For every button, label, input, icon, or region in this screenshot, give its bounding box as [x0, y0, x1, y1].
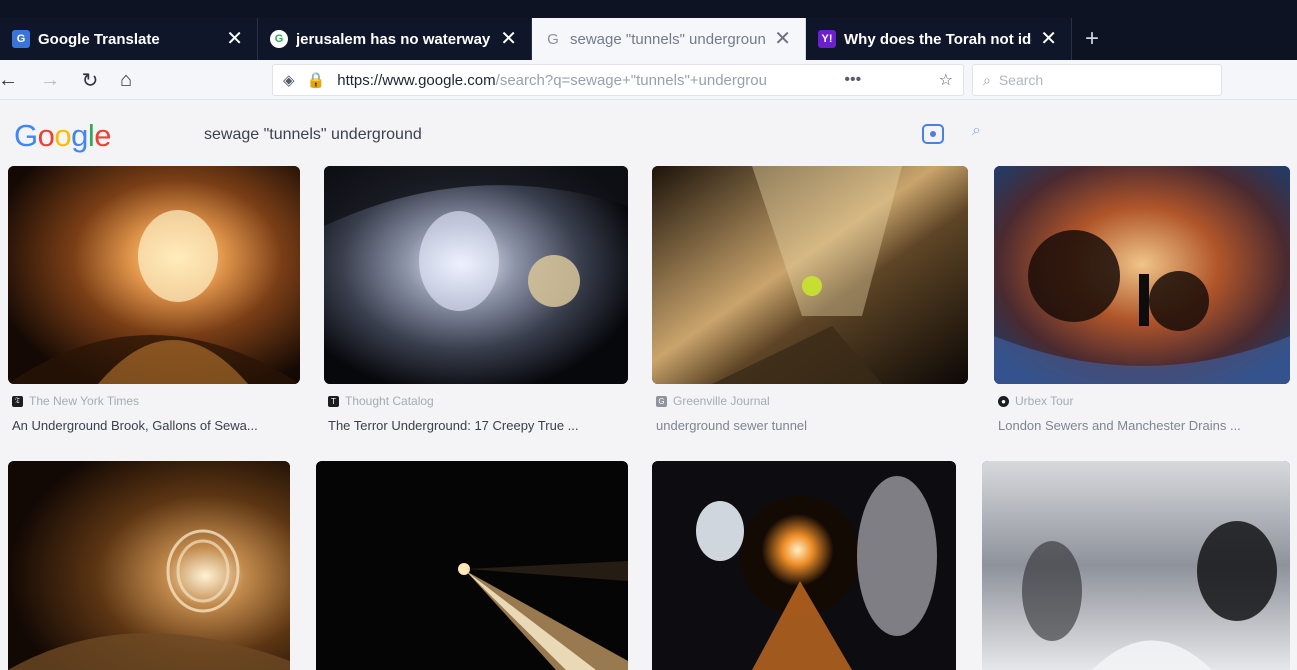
result-source[interactable]: ● Urbex Tour — [998, 394, 1073, 408]
tab-google-translate[interactable]: G Google Translate ✕ — [0, 18, 258, 60]
translate-icon: G — [12, 30, 30, 48]
back-arrow-icon[interactable]: ← — [0, 66, 22, 94]
yahoo-icon: Y! — [818, 30, 836, 48]
tab-strip: G Google Translate ✕ G jerusalem has no … — [0, 18, 1297, 60]
logo-letter: G — [14, 118, 38, 153]
image-result[interactable] — [316, 461, 628, 670]
camera-search-icon[interactable] — [922, 124, 944, 144]
tunnel-photo — [652, 166, 968, 384]
result-title[interactable]: London Sewers and Manchester Drains ... — [998, 418, 1288, 433]
image-result[interactable] — [652, 461, 956, 670]
tab-title: jerusalem has no waterway - Gc — [296, 30, 492, 48]
source-favicon-icon: ● — [998, 395, 1009, 407]
source-favicon-icon: 𝔗 — [12, 395, 23, 407]
reload-icon[interactable]: ↻ — [76, 66, 104, 94]
tab-sewage-search[interactable]: G sewage "tunnels" undergroun ✕ — [532, 18, 806, 60]
lock-icon[interactable]: 🔒 — [307, 71, 326, 89]
tab-title: sewage "tunnels" undergroun — [570, 30, 766, 48]
logo-letter: o — [37, 118, 55, 153]
tunnel-photo — [324, 166, 628, 384]
result-thumbnail[interactable] — [994, 166, 1290, 384]
tab-title: Google Translate — [38, 30, 160, 48]
tunnel-photo — [994, 166, 1290, 384]
google-icon: G — [547, 30, 559, 48]
result-thumbnail[interactable] — [8, 461, 290, 670]
google-icon: G — [270, 30, 288, 48]
google-search-header: Google sewage "tunnels" underground ⌕ — [0, 100, 1297, 166]
google-search-query[interactable]: sewage "tunnels" underground — [204, 126, 422, 144]
logo-letter: e — [94, 118, 112, 153]
image-result[interactable] — [982, 461, 1290, 670]
search-icon: ⌕ — [983, 71, 991, 88]
image-result[interactable]: 𝔗 The New York Times An Underground Broo… — [8, 166, 300, 440]
tunnel-photo — [8, 461, 290, 670]
source-name: Urbex Tour — [1015, 394, 1074, 408]
shield-icon[interactable]: ◈ — [283, 71, 295, 89]
result-source[interactable]: 𝔗 The New York Times — [12, 394, 139, 408]
result-title[interactable]: The Terror Underground: 17 Creepy True .… — [328, 418, 626, 433]
result-thumbnail[interactable] — [8, 166, 300, 384]
home-icon[interactable]: ⌂ — [112, 66, 140, 94]
result-source[interactable]: G Greenville Journal — [656, 394, 770, 408]
url-path: /search?q=sewage+"tunnels"+undergrou — [495, 71, 767, 89]
browser-search-input[interactable]: ⌕ Search — [972, 64, 1222, 96]
image-result[interactable]: G Greenville Journal underground sewer t… — [652, 166, 968, 440]
url-domain: https://www.google.com — [337, 71, 496, 89]
tab-title: Why does the Torah not identif — [844, 30, 1032, 48]
logo-letter: g — [71, 118, 88, 153]
navigation-bar: ← → ↻ ⌂ ◈ 🔒 https://www.google.com /sear… — [0, 60, 1297, 100]
forward-arrow-icon[interactable]: → — [36, 66, 64, 94]
source-name: Greenville Journal — [673, 394, 770, 408]
result-title[interactable]: underground sewer tunnel — [656, 418, 966, 433]
result-thumbnail[interactable] — [316, 461, 628, 670]
result-source[interactable]: T Thought Catalog — [328, 394, 434, 408]
image-result[interactable] — [8, 461, 290, 670]
close-tab-icon[interactable]: ✕ — [226, 29, 243, 49]
tunnel-photo — [8, 166, 300, 384]
tab-jerusalem-search[interactable]: G jerusalem has no waterway - Gc ✕ — [258, 18, 532, 60]
result-thumbnail[interactable] — [652, 166, 968, 384]
image-result[interactable]: T Thought Catalog The Terror Underground… — [324, 166, 628, 440]
source-name: Thought Catalog — [345, 394, 434, 408]
page-actions-icon[interactable]: ••• — [834, 71, 861, 89]
tunnel-photo — [652, 461, 956, 670]
result-title[interactable]: An Underground Brook, Gallons of Sewa... — [12, 418, 298, 433]
tunnel-photo — [316, 461, 628, 670]
result-thumbnail[interactable] — [982, 461, 1290, 670]
source-favicon-icon: T — [328, 395, 339, 407]
image-result[interactable]: ● Urbex Tour London Sewers and Mancheste… — [994, 166, 1290, 440]
bookmark-star-icon[interactable]: ☆ — [929, 70, 953, 90]
close-tab-icon[interactable]: ✕ — [774, 29, 791, 49]
tab-torah-question[interactable]: Y! Why does the Torah not identif ✕ — [806, 18, 1072, 60]
search-icon[interactable]: ⌕ — [972, 122, 981, 140]
browser-tab-bar: G Google Translate ✕ G jerusalem has no … — [0, 0, 1297, 60]
tunnel-photo — [982, 461, 1290, 670]
result-thumbnail[interactable] — [652, 461, 956, 670]
result-thumbnail[interactable] — [324, 166, 628, 384]
close-tab-icon[interactable]: ✕ — [1040, 29, 1057, 49]
source-name: The New York Times — [29, 394, 140, 408]
new-tab-button[interactable]: + — [1072, 18, 1112, 60]
url-bar[interactable]: ◈ 🔒 https://www.google.com /search?q=sew… — [272, 64, 964, 96]
close-tab-icon[interactable]: ✕ — [500, 29, 517, 49]
logo-letter: o — [54, 118, 72, 153]
google-logo[interactable]: Google — [14, 118, 112, 154]
source-favicon-icon: G — [656, 395, 667, 407]
search-placeholder: Search — [998, 72, 1044, 88]
